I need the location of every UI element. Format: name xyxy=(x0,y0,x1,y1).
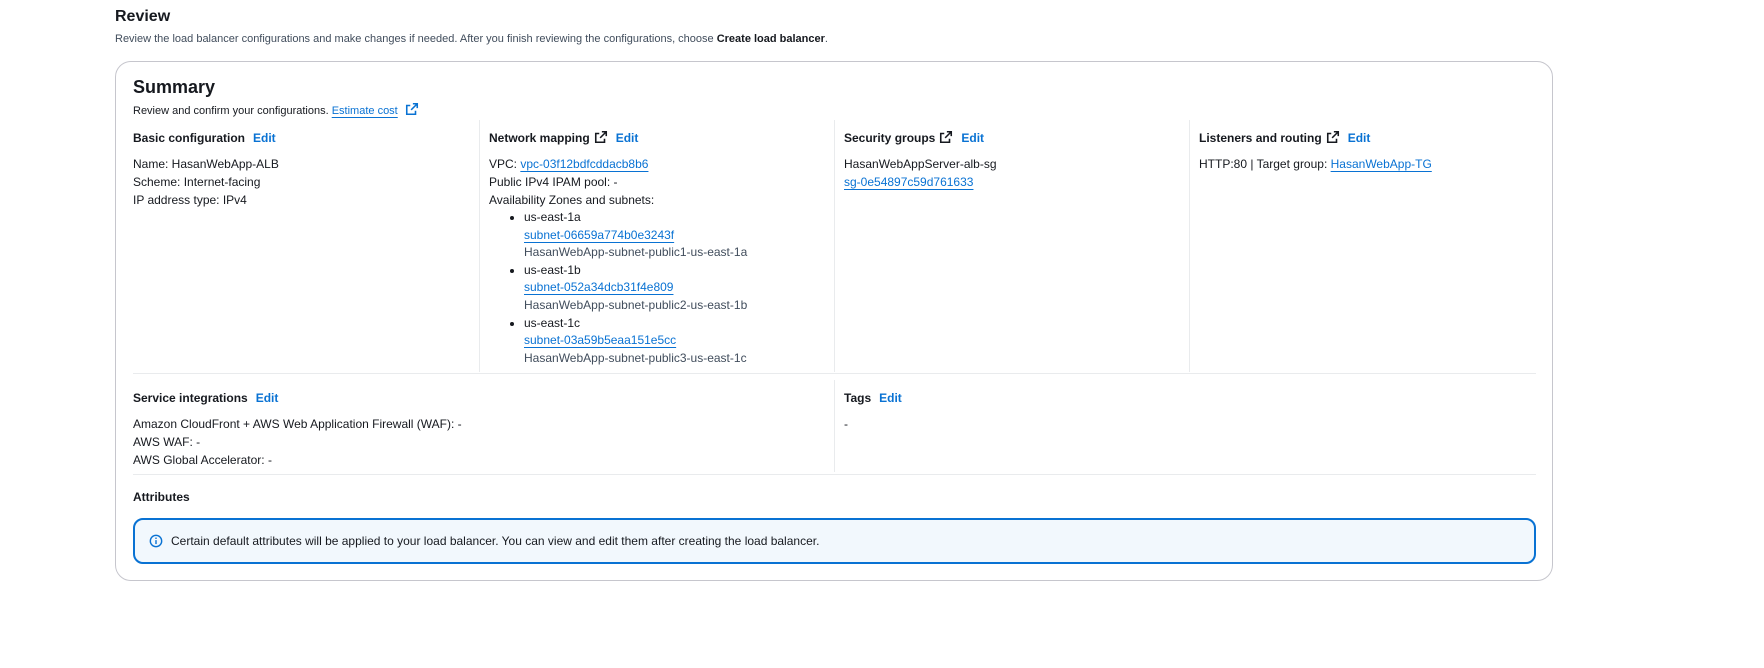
listener-line: HTTP:80 | Target group: HasanWebApp-TG xyxy=(1199,157,1432,171)
service-integrations-heading: Service integrations Edit xyxy=(133,391,279,405)
list-item: us-east-1b subnet-052a34dcb31f4e809 Hasa… xyxy=(524,262,834,315)
listeners-routing-section: Listeners and routing Edit HTTP:80 | Targ… xyxy=(1189,120,1544,372)
edit-security-groups-button[interactable]: Edit xyxy=(961,131,984,145)
subnet-link[interactable]: subnet-03a59b5eaa151e5cc xyxy=(524,333,676,347)
security-group-name: HasanWebAppServer-alb-sg xyxy=(844,157,997,171)
basic-configuration-heading: Basic configuration Edit xyxy=(133,131,276,145)
edit-service-integrations-button[interactable]: Edit xyxy=(256,391,279,405)
create-load-balancer-hint: Create load balancer xyxy=(716,33,825,45)
estimate-cost-link[interactable]: Estimate cost xyxy=(332,105,398,117)
security-group-link[interactable]: sg-0e54897c59d761633 xyxy=(844,175,973,189)
edit-basic-configuration-button[interactable]: Edit xyxy=(253,131,276,145)
ip-address-type: IP address type: IPv4 xyxy=(133,193,247,207)
info-alert-text: Certain default attributes will be appli… xyxy=(171,534,820,548)
list-item: us-east-1c subnet-03a59b5eaa151e5cc Hasa… xyxy=(524,315,834,368)
lb-name: Name: HasanWebApp-ALB xyxy=(133,157,279,171)
aws-waf: AWS WAF: - xyxy=(133,435,201,449)
az-list: us-east-1a subnet-06659a774b0e3243f Hasa… xyxy=(489,209,834,367)
external-link-icon[interactable] xyxy=(594,130,608,144)
az-name: us-east-1b xyxy=(524,262,581,277)
divider xyxy=(133,373,1536,374)
lb-scheme: Scheme: Internet-facing xyxy=(133,175,261,189)
summary-description: Review and confirm your configurations. … xyxy=(133,102,419,117)
vpc-link[interactable]: vpc-03f12bdfcddacb8b6 xyxy=(520,157,648,171)
attributes-heading: Attributes xyxy=(133,490,190,504)
subnet-link[interactable]: subnet-06659a774b0e3243f xyxy=(524,228,674,242)
subnet-name: HasanWebApp-subnet-public1-us-east-1a xyxy=(524,245,748,260)
tags-value: - xyxy=(844,417,848,431)
info-icon xyxy=(149,534,163,548)
edit-listeners-routing-button[interactable]: Edit xyxy=(1348,131,1371,145)
subnet-name: HasanWebApp-subnet-public2-us-east-1b xyxy=(524,297,748,312)
external-link-icon[interactable] xyxy=(1326,130,1340,144)
az-name: us-east-1a xyxy=(524,210,581,224)
network-mapping-heading: Network mapping Edit xyxy=(489,130,639,145)
az-subnets-label: Availability Zones and subnets: xyxy=(489,193,655,207)
edit-tags-button[interactable]: Edit xyxy=(879,391,902,405)
cloudfront-waf: Amazon CloudFront + AWS Web Application … xyxy=(133,417,462,431)
service-integrations-section: Service integrations Edit Amazon CloudFro… xyxy=(116,380,834,472)
list-item: us-east-1a subnet-06659a774b0e3243f Hasa… xyxy=(524,209,834,262)
security-groups-heading: Security groups Edit xyxy=(844,130,985,145)
global-accelerator: AWS Global Accelerator: - xyxy=(133,453,272,467)
vpc-line: VPC: vpc-03f12bdfcddacb8b6 xyxy=(489,157,649,171)
basic-configuration-section: Basic configuration Edit Name: HasanWebAp… xyxy=(116,120,471,372)
edit-network-mapping-button[interactable]: Edit xyxy=(616,131,639,145)
summary-container: Summary Review and confirm your configur… xyxy=(115,61,1553,581)
ipam-pool: Public IPv4 IPAM pool: - xyxy=(489,175,618,189)
tags-section: Tags Edit - xyxy=(834,380,1536,472)
subnet-link[interactable]: subnet-052a34dcb31f4e809 xyxy=(524,280,673,294)
subnet-name: HasanWebApp-subnet-public3-us-east-1c xyxy=(524,350,747,365)
divider xyxy=(133,474,1536,475)
tags-heading: Tags Edit xyxy=(844,391,902,405)
review-title: Review xyxy=(115,8,171,25)
az-name: us-east-1c xyxy=(524,315,581,330)
summary-title: Summary xyxy=(133,77,216,97)
target-group-link[interactable]: HasanWebApp-TG xyxy=(1331,157,1432,171)
network-mapping-section: Network mapping Edit VPC: vpc-03f12bdfcdd… xyxy=(479,120,834,372)
external-link-icon[interactable] xyxy=(405,102,419,116)
info-alert: Certain default attributes will be appli… xyxy=(133,518,1536,564)
external-link-icon[interactable] xyxy=(939,130,953,144)
review-description: Review the load balancer configurations … xyxy=(115,33,828,45)
security-groups-section: Security groups Edit HasanWebAppServer-al… xyxy=(834,120,1189,372)
listeners-routing-heading: Listeners and routing Edit xyxy=(1199,130,1371,145)
